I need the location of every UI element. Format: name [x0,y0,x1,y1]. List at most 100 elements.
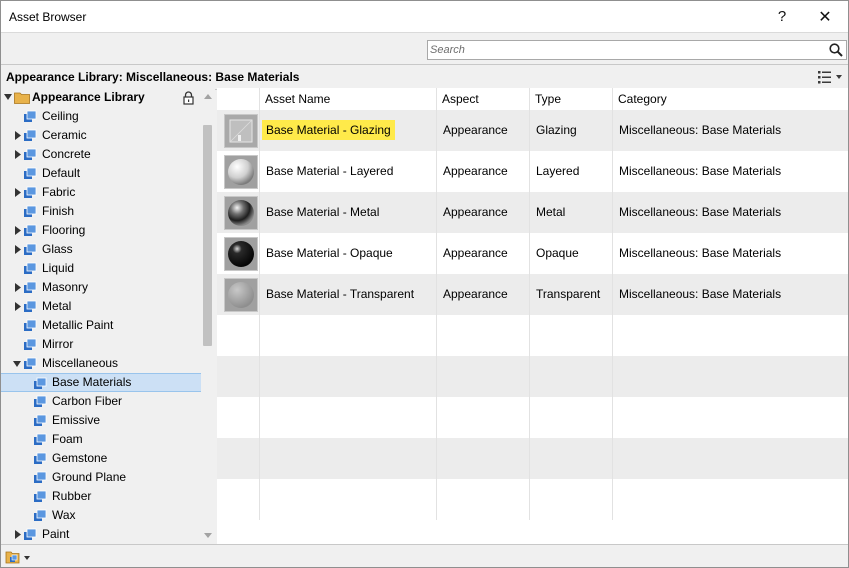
tree-item-default[interactable]: Default [1,164,201,183]
tree-item-rubber[interactable]: Rubber [1,487,201,506]
collapse-arrow-icon[interactable] [4,93,12,102]
thumbnail-cell [217,110,260,151]
expand-arrow-icon[interactable] [14,530,22,539]
library-category-icon [24,110,37,122]
expand-arrow-icon[interactable] [14,302,22,311]
thumbnail-cell [217,438,260,479]
asset-name[interactable]: Base Material - Metal [266,205,379,219]
tree-item-glass[interactable]: Glass [1,240,201,259]
library-category-icon [24,167,37,179]
scroll-down-arrow-icon[interactable] [204,533,212,539]
table-row[interactable]: Base Material - Glazing Appearance Glazing… [217,110,848,151]
asset-table: Asset Name Aspect Type Category Base Mat… [217,88,848,544]
asset-name[interactable]: Base Material - Glazing [262,120,395,140]
tree-item-label: Emissive [52,413,101,427]
tree-item-mirror[interactable]: Mirror [1,335,201,354]
search-input[interactable] [430,42,820,57]
tree-item-label: Glass [42,242,73,256]
library-category-icon [24,224,37,236]
tree-scrollbar[interactable] [201,88,215,544]
tree-item-finish[interactable]: Finish [1,202,201,221]
tree-item-label: Carbon Fiber [52,394,123,408]
tree-scrollbar-thumb[interactable] [203,125,212,346]
library-category-icon [24,338,37,350]
tree-item-label: Ceiling [42,109,79,123]
table-row[interactable]: Base Material - Metal Appearance Metal Misc… [217,192,848,233]
tree-root-appearance-library[interactable]: Appearance Library [1,88,201,107]
tree-item-ceramic[interactable]: Ceramic [1,126,201,145]
tree-item-label: Masonry [42,280,89,294]
tree-item-foam[interactable]: Foam [1,430,201,449]
tree-item-gemstone[interactable]: Gemstone [1,449,201,468]
thumbnail-cell [217,274,260,315]
expand-arrow-icon[interactable] [14,150,22,159]
library-category-icon [34,395,47,407]
tree-item-concrete[interactable]: Concrete [1,145,201,164]
thumbnail-cell [217,397,260,438]
expand-arrow-icon[interactable] [14,226,22,235]
tree-item-liquid[interactable]: Liquid [1,259,201,278]
tree-item-paint[interactable]: Paint [1,525,201,544]
library-category-icon [24,528,37,540]
tree-item-metal[interactable]: Metal [1,297,201,316]
expand-arrow-icon[interactable] [14,131,22,140]
table-row[interactable]: Base Material - Opaque Appearance Opaque Mi… [217,233,848,274]
library-category-icon [24,319,37,331]
tree-item-wax[interactable]: Wax [1,506,201,525]
asset-name-cell [260,315,437,356]
category-cell: Miscellaneous: Base Materials [619,164,782,178]
column-header-aspect[interactable]: Aspect [437,88,530,110]
search-box[interactable] [427,40,847,60]
expand-arrow-icon[interactable] [14,245,22,254]
tree-item-base-materials[interactable]: Base Materials [1,373,201,392]
thumbnail-cell [217,479,260,520]
tree-item-label: Fabric [42,185,76,199]
asset-name-cell: Base Material - Opaque [260,233,437,274]
table-header: Asset Name Aspect Type Category [217,88,848,110]
asset-name[interactable]: Base Material - Layered [266,164,393,178]
library-category-icon [24,129,37,141]
type-cell: Layered [530,151,613,192]
column-header-thumbnail[interactable] [217,88,260,110]
aspect-cell: Appearance [437,233,530,274]
material-thumbnail-layered [224,155,258,189]
help-button[interactable]: ? [761,1,803,32]
table-row[interactable]: Base Material - Transparent Appearance Tra… [217,274,848,315]
folder-icon [14,92,30,104]
collapse-arrow-icon[interactable] [13,359,21,368]
expand-arrow-icon[interactable] [14,283,22,292]
table-row[interactable]: Base Material - Layered Appearance Layered… [217,151,848,192]
library-category-icon [34,433,47,445]
window-title: Asset Browser [9,10,87,24]
scroll-up-arrow-icon[interactable] [204,93,212,99]
expand-arrow-icon[interactable] [14,188,22,197]
library-menu-icon[interactable] [5,549,33,565]
type-cell [530,315,613,356]
asset-name[interactable]: Base Material - Opaque [266,246,393,260]
path-bar: Appearance Library: Miscellaneous: Base … [1,64,848,90]
material-thumbnail-glazing [224,114,258,148]
tree-item-metallic-paint[interactable]: Metallic Paint [1,316,201,335]
library-category-icon [34,471,47,483]
column-header-category[interactable]: Category [613,88,848,110]
category-cell: Miscellaneous: Base Materials [619,123,782,137]
search-icon[interactable] [828,42,844,58]
tree-item-fabric[interactable]: Fabric [1,183,201,202]
asset-name[interactable]: Base Material - Transparent [266,287,414,301]
tree-item-emissive[interactable]: Emissive [1,411,201,430]
tree-item-ceiling[interactable]: Ceiling [1,107,201,126]
tree-item-flooring[interactable]: Flooring [1,221,201,240]
close-button[interactable]: ✕ [804,1,846,32]
column-header-type[interactable]: Type [530,88,613,110]
library-category-icon [24,300,37,312]
asset-name-cell [260,438,437,479]
tree-item-masonry[interactable]: Masonry [1,278,201,297]
tree-item-ground-plane[interactable]: Ground Plane [1,468,201,487]
tree-item-miscellaneous[interactable]: Miscellaneous [1,354,201,373]
view-options-icon[interactable] [816,68,846,86]
thumbnail-cell [217,192,260,233]
tree-item-label: Finish [42,204,75,218]
tree-item-carbon-fiber[interactable]: Carbon Fiber [1,392,201,411]
column-header-asset-name[interactable]: Asset Name [260,88,437,110]
library-category-icon [34,490,47,502]
